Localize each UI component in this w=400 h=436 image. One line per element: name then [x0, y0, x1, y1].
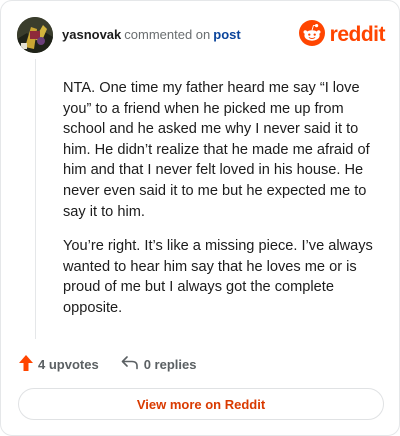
upvote-button[interactable]: 4 upvotes	[19, 354, 99, 374]
reply-button[interactable]: 0 replies	[121, 355, 197, 373]
comment-paragraph: You’re right. It’s like a missing piece.…	[63, 238, 373, 316]
post-link[interactable]: post	[213, 27, 240, 42]
comment-actions: 4 upvotes 0 replies	[19, 354, 197, 374]
avatar[interactable]	[17, 17, 53, 53]
comment-header: yasnovak commented on post reddit	[17, 17, 386, 53]
reply-arrow-icon	[121, 355, 139, 373]
view-more-button[interactable]: View more on Reddit	[18, 388, 384, 420]
username[interactable]: yasnovak	[62, 27, 121, 42]
comment-embed-card: yasnovak commented on post reddit NTA. O…	[0, 0, 400, 436]
comment-body: NTA. One time my father heard me say “I …	[63, 78, 373, 333]
thread-line	[35, 59, 36, 339]
reddit-logo[interactable]: reddit	[298, 19, 386, 51]
upvote-count: 4 upvotes	[38, 356, 99, 372]
reply-count: 0 replies	[143, 356, 197, 372]
action-text: commented on	[124, 27, 211, 42]
upvote-arrow-icon	[19, 354, 33, 374]
comment-paragraph: NTA. One time my father heard me say “I …	[63, 80, 370, 220]
comment-meta: yasnovak commented on post	[62, 27, 241, 43]
reddit-snoo-icon	[298, 19, 325, 51]
brand-wordmark: reddit	[329, 23, 386, 46]
